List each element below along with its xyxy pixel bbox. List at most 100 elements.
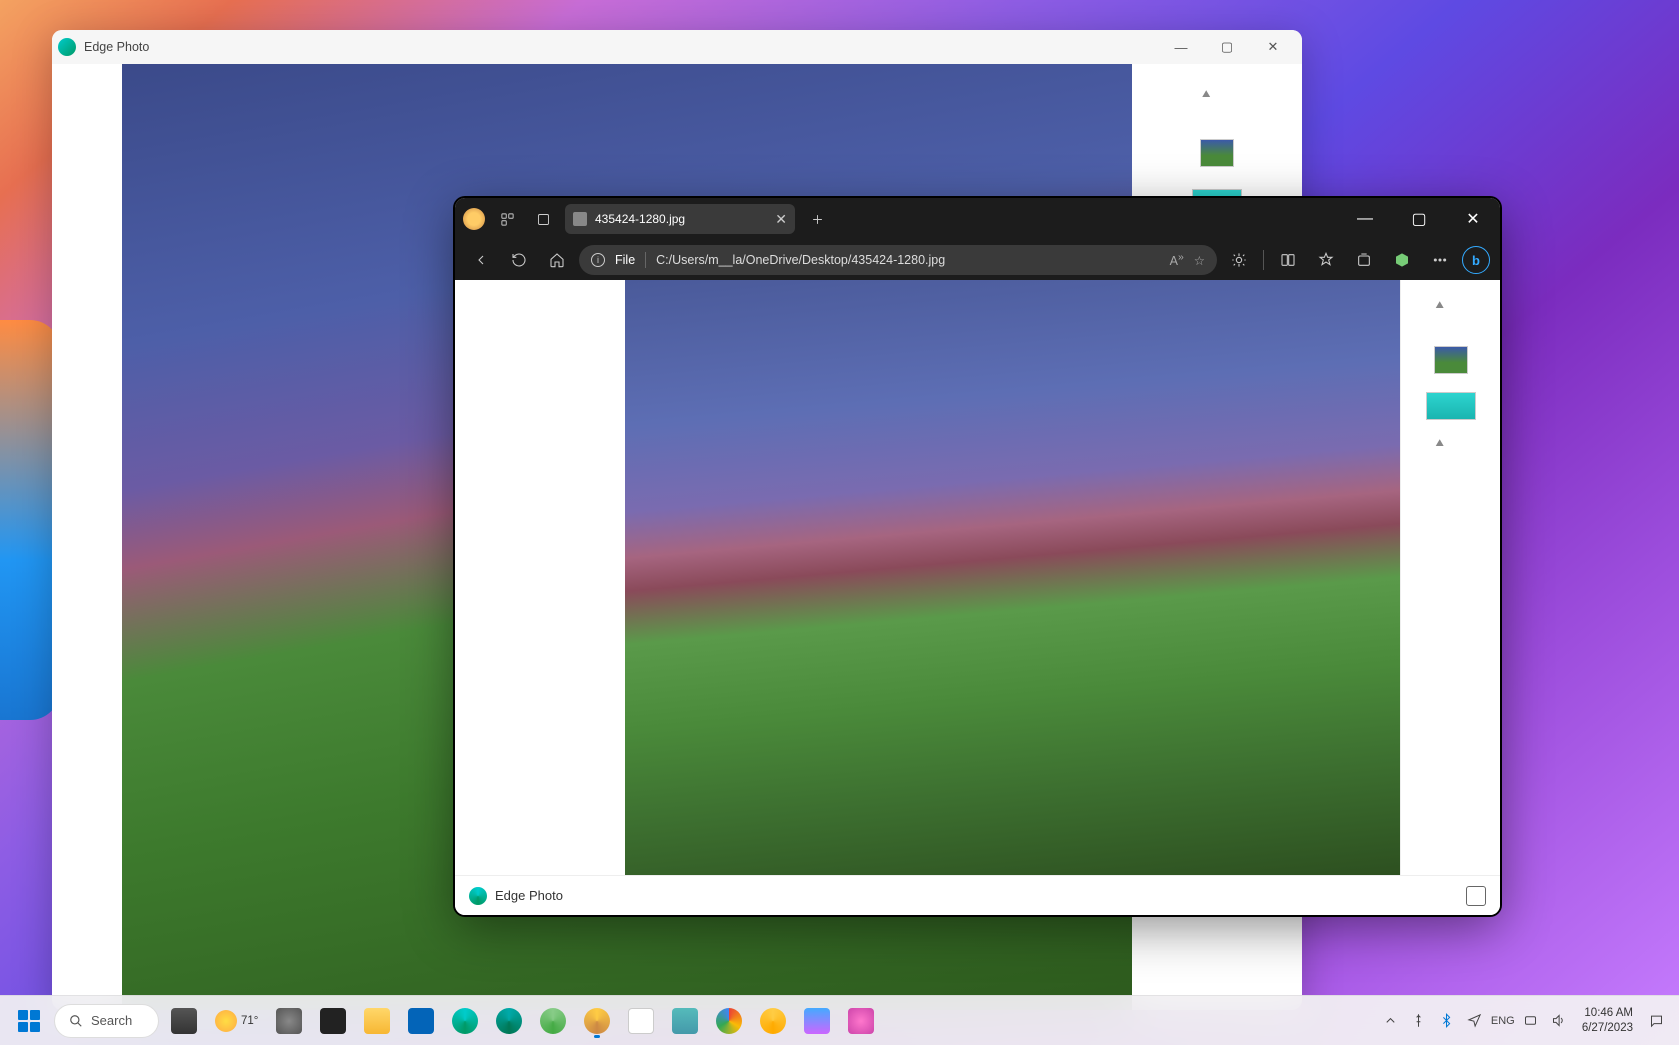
weather-widget[interactable]: 71° — [209, 1010, 264, 1032]
close-button[interactable]: ✕ — [1450, 198, 1496, 240]
browser-essentials-icon[interactable] — [1386, 244, 1418, 276]
browser-content — [455, 280, 1500, 875]
chrome-canary-app[interactable] — [754, 1002, 792, 1040]
browser-toolbar: i File C:/Users/m__la/OneDrive/Desktop/4… — [455, 240, 1500, 280]
terminal-icon — [320, 1008, 346, 1034]
tab-favicon — [573, 212, 587, 226]
thumbnail-3[interactable] — [1426, 392, 1476, 420]
edge-dev-icon — [540, 1008, 566, 1034]
location-icon[interactable] — [1462, 1002, 1488, 1040]
refresh-button[interactable] — [503, 244, 535, 276]
edge-app[interactable] — [446, 1002, 484, 1040]
workspaces-icon[interactable] — [493, 205, 521, 233]
edge-icon — [58, 38, 76, 56]
tray-overflow-icon[interactable] — [1378, 1002, 1404, 1040]
search-label: Search — [91, 1013, 132, 1028]
thumbnail-broken-1[interactable] — [1200, 89, 1234, 117]
browser-titlebar[interactable]: 435424-1280.jpg ✕ — ▢ ✕ — [455, 198, 1500, 240]
windows-logo-icon — [18, 1010, 40, 1032]
notifications-icon[interactable] — [1643, 1002, 1669, 1040]
thumbnail-broken-1[interactable] — [1434, 300, 1468, 328]
system-tray: ENG 10:46 AM 6/27/2023 — [1378, 1002, 1669, 1040]
back-button[interactable] — [465, 244, 497, 276]
edge-beta-icon — [496, 1008, 522, 1034]
powertoys-app[interactable] — [798, 1002, 836, 1040]
bluetooth-icon[interactable] — [1434, 1002, 1460, 1040]
task-view-icon — [171, 1008, 197, 1034]
edge-browser-window: 435424-1280.jpg ✕ — ▢ ✕ i File C:/Users/… — [455, 198, 1500, 915]
edge-icon — [452, 1008, 478, 1034]
taskbar-left: Search 71° — [10, 1002, 880, 1040]
usb-icon[interactable] — [1406, 1002, 1432, 1040]
notepad-icon — [672, 1008, 698, 1034]
new-tab-button[interactable] — [803, 205, 831, 233]
thumbnail-broken-4[interactable] — [1434, 438, 1468, 466]
terminal-app[interactable] — [314, 1002, 352, 1040]
paint-app[interactable] — [842, 1002, 880, 1040]
outlook-app[interactable] — [402, 1002, 440, 1040]
fit-to-screen-icon[interactable] — [1466, 886, 1486, 906]
read-aloud-icon[interactable]: A» — [1170, 252, 1184, 268]
favorite-star-icon[interactable]: ☆ — [1194, 253, 1205, 268]
thumbnail-2[interactable] — [1434, 346, 1468, 374]
task-view-button[interactable] — [165, 1002, 203, 1040]
chrome-canary-icon — [760, 1008, 786, 1034]
language-indicator[interactable]: ENG — [1490, 1002, 1516, 1040]
minimize-button[interactable]: — — [1158, 30, 1204, 64]
edge-dev-app[interactable] — [534, 1002, 572, 1040]
settings-icon — [276, 1008, 302, 1034]
volume-icon[interactable] — [1546, 1002, 1572, 1040]
image-display[interactable] — [625, 280, 1400, 875]
network-icon[interactable] — [1518, 1002, 1544, 1040]
window-title: Edge Photo — [84, 40, 1158, 54]
taskbar-search[interactable]: Search — [54, 1004, 159, 1038]
thumbnail-2[interactable] — [1200, 139, 1234, 167]
extensions-icon[interactable] — [1223, 244, 1255, 276]
maximize-button[interactable]: ▢ — [1204, 30, 1250, 64]
maximize-button[interactable]: ▢ — [1396, 198, 1442, 240]
content-left-gutter — [455, 280, 625, 875]
weather-icon — [215, 1010, 237, 1032]
left-gutter — [52, 64, 122, 1010]
snipping-icon — [628, 1008, 654, 1034]
profile-avatar[interactable] — [463, 208, 485, 230]
site-info-icon[interactable]: i — [591, 253, 605, 267]
tab-title: 435424-1280.jpg — [595, 212, 767, 226]
settings-app[interactable] — [270, 1002, 308, 1040]
split-screen-icon[interactable] — [1272, 244, 1304, 276]
edge-icon — [469, 887, 487, 905]
thumbnail-sidebar — [1400, 280, 1500, 875]
edge-beta-app[interactable] — [490, 1002, 528, 1040]
taskbar: Search 71° ENG 10:46 AM 6/27/2023 — [0, 995, 1679, 1045]
notepad-app[interactable] — [666, 1002, 704, 1040]
tab-actions-icon[interactable] — [529, 205, 557, 233]
address-scheme: File — [615, 253, 635, 267]
taskbar-clock[interactable]: 10:46 AM 6/27/2023 — [1574, 1006, 1641, 1035]
tab-close-button[interactable]: ✕ — [775, 211, 787, 228]
window-titlebar[interactable]: Edge Photo — ▢ ✕ — [52, 30, 1302, 64]
close-button[interactable]: ✕ — [1250, 30, 1296, 64]
search-icon — [69, 1014, 83, 1028]
weather-temp: 71° — [241, 1015, 258, 1027]
minimize-button[interactable]: — — [1342, 198, 1388, 240]
file-explorer-app[interactable] — [358, 1002, 396, 1040]
edge-canary-icon — [584, 1008, 610, 1034]
clock-date: 6/27/2023 — [1582, 1021, 1633, 1035]
bing-chat-icon[interactable]: b — [1462, 246, 1490, 274]
collections-icon[interactable] — [1348, 244, 1380, 276]
snipping-tool-app[interactable] — [622, 1002, 660, 1040]
browser-tab[interactable]: 435424-1280.jpg ✕ — [565, 204, 795, 234]
address-divider — [645, 252, 646, 268]
home-button[interactable] — [541, 244, 573, 276]
edge-canary-app[interactable] — [578, 1002, 616, 1040]
folder-icon — [364, 1008, 390, 1034]
chrome-app[interactable] — [710, 1002, 748, 1040]
address-bar[interactable]: i File C:/Users/m__la/OneDrive/Desktop/4… — [579, 245, 1217, 275]
outlook-icon — [408, 1008, 434, 1034]
favorites-icon[interactable] — [1310, 244, 1342, 276]
settings-more-icon[interactable] — [1424, 244, 1456, 276]
status-label: Edge Photo — [495, 888, 1458, 903]
address-path: C:/Users/m__la/OneDrive/Desktop/435424-1… — [656, 253, 1159, 267]
paint-icon — [848, 1008, 874, 1034]
start-button[interactable] — [10, 1002, 48, 1040]
